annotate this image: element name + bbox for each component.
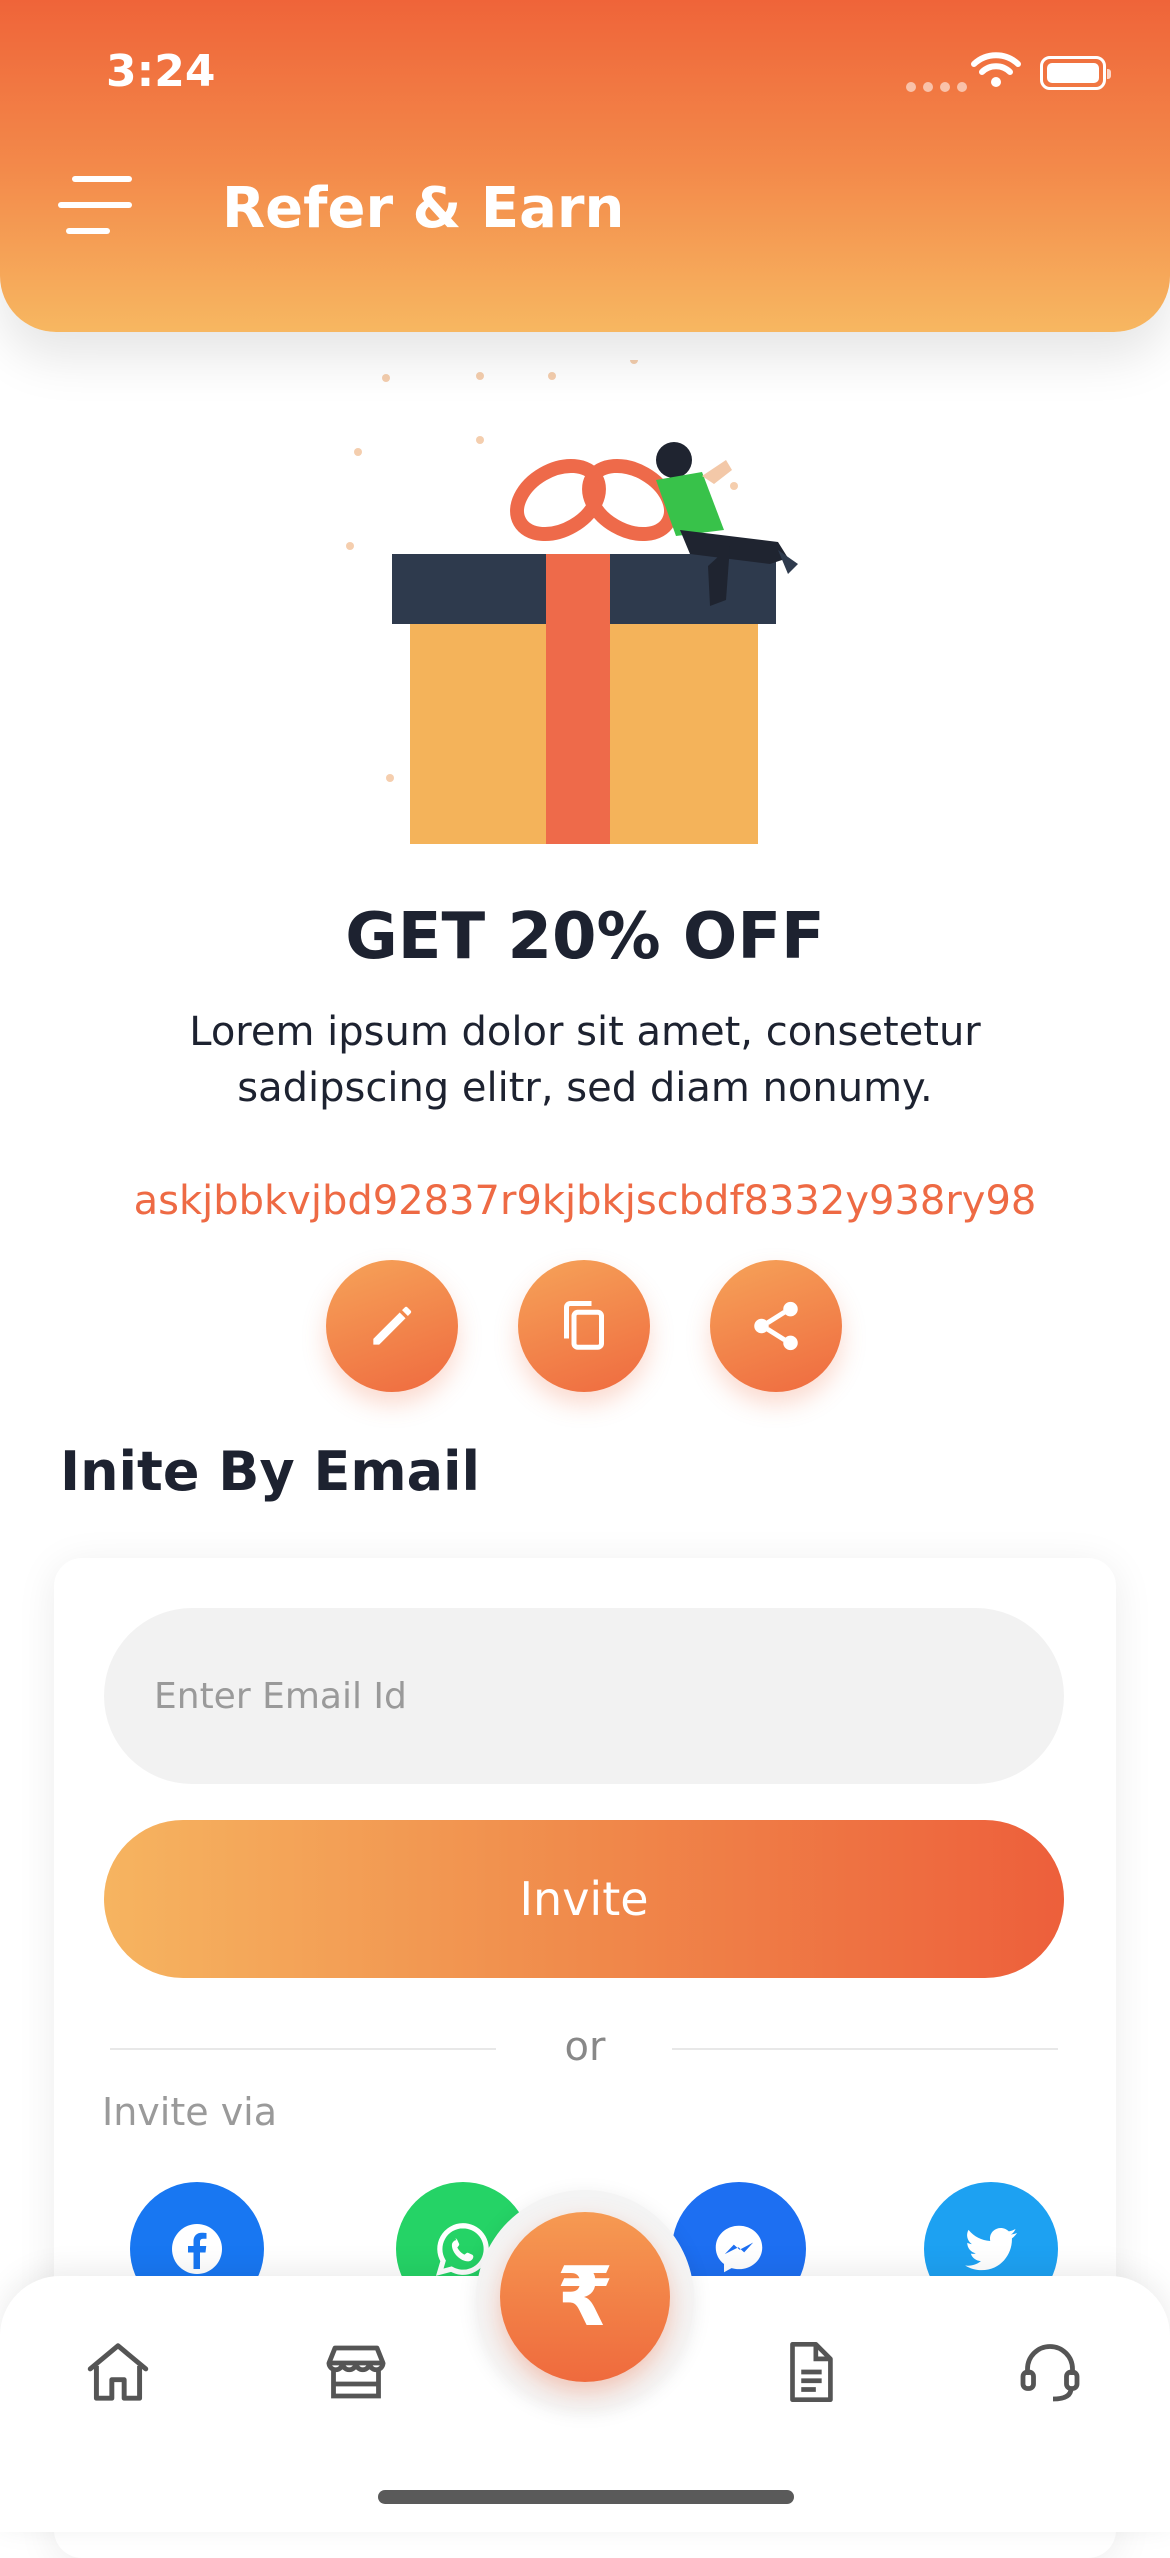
facebook-icon (172, 2224, 222, 2274)
document-icon (790, 2341, 833, 2403)
or-divider-label: or (564, 2024, 606, 2070)
cellular-signal-icon (906, 82, 967, 92)
divider-right (672, 2048, 1058, 2050)
store-icon (326, 2345, 386, 2399)
nav-home[interactable] (58, 2312, 178, 2432)
email-field[interactable] (104, 1608, 1064, 1784)
copy-code-button[interactable] (518, 1260, 650, 1392)
copy-icon (564, 1301, 604, 1350)
wifi-icon (971, 52, 1021, 87)
invite-button[interactable]: Invite (104, 1820, 1064, 1978)
invite-via-label: Invite via (102, 2090, 278, 2134)
gift-illustration (346, 360, 798, 844)
wallet-rupee-button[interactable]: ₹ (500, 2212, 670, 2382)
hamburger-menu-icon[interactable] (58, 176, 132, 242)
nav-documents[interactable] (750, 2312, 870, 2432)
nav-store[interactable] (296, 2312, 416, 2432)
share-icon (754, 1301, 798, 1351)
nav-support[interactable] (990, 2312, 1110, 2432)
referral-code: askjbbkvjbd92837r9kjbkjscbdf8332y938ry98 (133, 1178, 1037, 1224)
battery-icon (1040, 56, 1111, 90)
support-headset-icon (1020, 2344, 1080, 2402)
twitter-icon (965, 2227, 1018, 2271)
share-code-button[interactable] (710, 1260, 842, 1392)
invite-email-section-title: Inite By Email (60, 1440, 481, 1503)
offer-title: GET 20% OFF (345, 900, 825, 974)
home-icon (87, 2343, 149, 2401)
page-title: Refer & Earn (222, 176, 625, 241)
messenger-icon (715, 2225, 763, 2273)
offer-description: Lorem ipsum dolor sit amet, consetetur s… (189, 1009, 981, 1111)
edit-pencil-icon (373, 1306, 412, 1345)
edit-code-button[interactable] (326, 1260, 458, 1392)
home-indicator (378, 2490, 794, 2504)
rupee-icon: ₹ (556, 2249, 614, 2345)
status-bar-time: 3:24 (106, 46, 216, 97)
